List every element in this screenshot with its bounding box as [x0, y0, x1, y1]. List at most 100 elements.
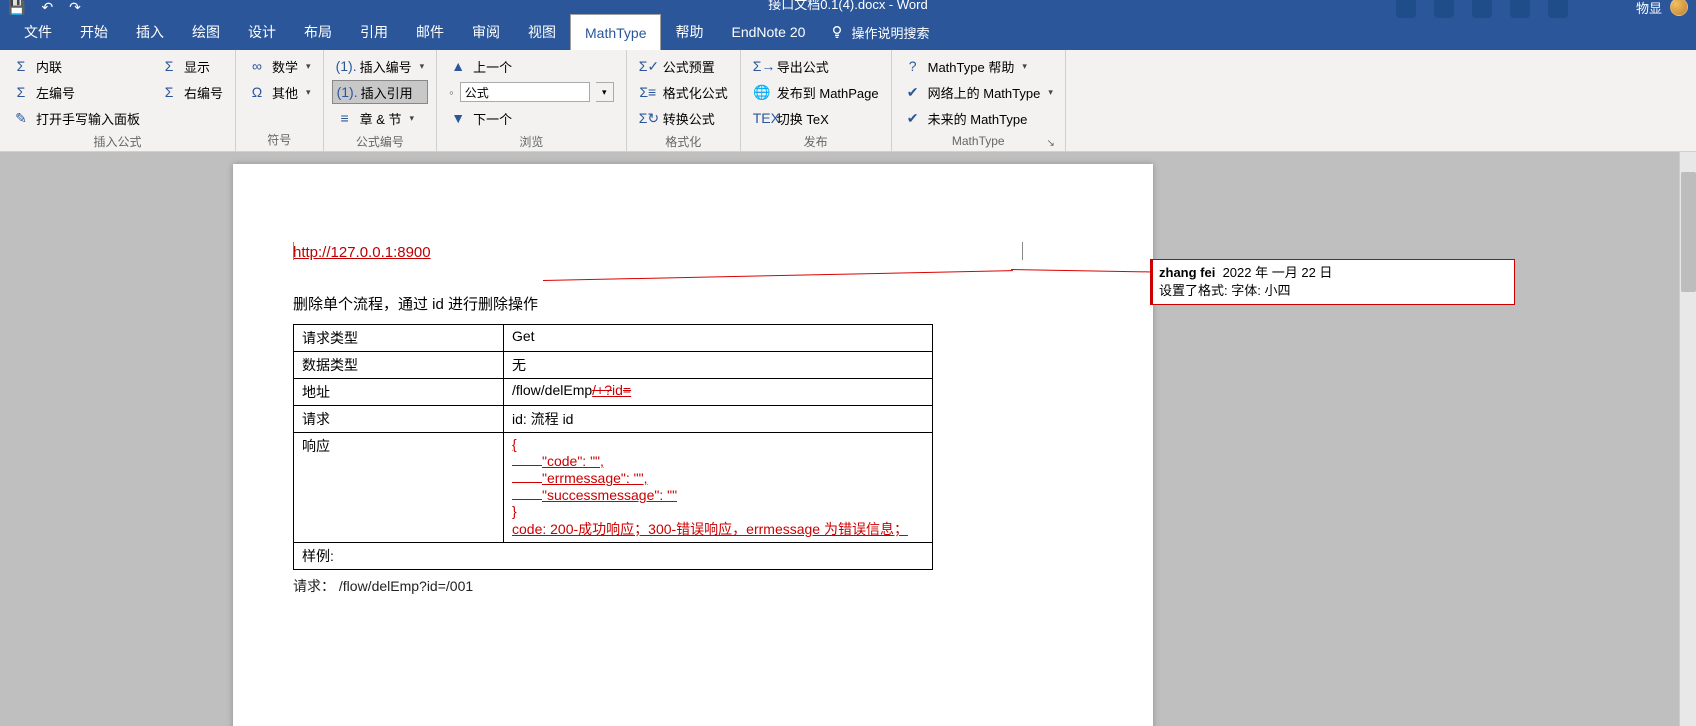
table-row: 请求id: 流程 id — [294, 406, 933, 433]
tab-引用[interactable]: 引用 — [346, 14, 402, 50]
prev-cmd-icon: ▲ — [449, 58, 467, 74]
group-label: 发布 — [749, 130, 883, 153]
group-label: 插入公式 — [8, 130, 227, 153]
example-line: 请求： /flow/delEmp?id=/001 — [293, 576, 1093, 596]
handwrite-panel-cmd[interactable]: ✎打开手写输入面板 — [8, 106, 144, 130]
tab-绘图[interactable]: 绘图 — [178, 14, 234, 50]
save-icon[interactable]: 💾 — [8, 0, 25, 16]
right-number-cmd[interactable]: Σ右编号 — [156, 80, 227, 104]
toggle-tex-cmd-icon: TEX — [753, 110, 771, 126]
group-label: 符号 — [244, 128, 315, 151]
header-frame — [293, 242, 1023, 260]
convert-eq-cmd[interactable]: Σ↻转换公式 — [635, 106, 732, 130]
dropdown-icon: ▾ — [409, 113, 414, 124]
inline-cmd[interactable]: Σ内联 — [8, 54, 144, 78]
tell-me-search[interactable]: 操作说明搜索 — [851, 23, 929, 42]
tab-插入[interactable]: 插入 — [122, 14, 178, 50]
online-cmd[interactable]: ✔网络上的 MathType▾ — [900, 80, 1057, 104]
browse-combo-input[interactable] — [460, 82, 590, 102]
display-cmd[interactable]: Σ显示 — [156, 54, 227, 78]
table-row: 数据类型无 — [294, 352, 933, 379]
format-eq-cmd-icon: Σ≡ — [639, 84, 657, 100]
insert-number-cmd[interactable]: (1).插入编号▾ — [332, 54, 429, 78]
document-page: http://127.0.0.1:8900 删除单个流程，通过 id 进行删除操… — [233, 164, 1153, 726]
left-number-cmd-icon: Σ — [12, 84, 30, 100]
handwrite-panel-cmd-icon: ✎ — [12, 110, 30, 127]
tab-帮助[interactable]: 帮助 — [661, 14, 717, 50]
insert-reference-cmd[interactable]: (1).插入引用 — [332, 80, 429, 104]
ribbon-tabs: 文件开始插入绘图设计布局引用邮件审阅视图MathType帮助EndNote 20… — [0, 14, 1696, 50]
table-row: 请求类型Get — [294, 325, 933, 352]
tab-EndNote 20[interactable]: EndNote 20 — [717, 14, 819, 50]
tab-邮件[interactable]: 邮件 — [402, 14, 458, 50]
other-symbols-cmd[interactable]: Ω其他▾ — [244, 80, 315, 104]
tab-布局[interactable]: 布局 — [290, 14, 346, 50]
group-label: MathType↘ — [900, 131, 1057, 151]
online-cmd-icon: ✔ — [904, 84, 922, 101]
inline-cmd-icon: Σ — [12, 58, 30, 74]
table-row: 地址/flow/delEmp/+?id= — [294, 379, 933, 406]
next-cmd[interactable]: ▼下一个 — [445, 106, 618, 130]
username: 物显 — [1636, 0, 1662, 17]
api-description: 删除单个流程，通过 id 进行删除操作 — [293, 293, 1093, 314]
format-eq-cmd[interactable]: Σ≡格式化公式 — [635, 80, 732, 104]
combo-dropdown-icon[interactable]: ▾ — [596, 82, 614, 102]
prev-cmd[interactable]: ▲上一个 — [445, 54, 618, 78]
table-row: 样例: — [294, 543, 933, 570]
group-label: 格式化 — [635, 130, 732, 153]
export-eq-cmd-icon: Σ→ — [753, 58, 771, 74]
dropdown-icon: ▾ — [306, 87, 311, 98]
revision-text: 设置了格式: 字体: 小四 — [1159, 282, 1506, 300]
presets-cmd-icon: Σ✓ — [639, 58, 657, 75]
tab-文件[interactable]: 文件 — [10, 14, 66, 50]
table-row: 响应{"code": "","errmessage": "","successm… — [294, 433, 933, 543]
dropdown-icon: ▾ — [1022, 61, 1027, 72]
other-symbols-cmd-icon: Ω — [248, 84, 266, 100]
scrollbar-thumb[interactable] — [1681, 172, 1696, 292]
tab-开始[interactable]: 开始 — [66, 14, 122, 50]
undo-icon[interactable]: ↶ — [41, 0, 53, 16]
decor-shapes — [1396, 0, 1568, 18]
lightbulb-icon — [829, 24, 845, 40]
redo-icon[interactable]: ↷ — [69, 0, 81, 16]
math-symbols-cmd-icon: ∞ — [248, 58, 266, 74]
toggle-tex-cmd[interactable]: TEX切换 TeX — [749, 106, 883, 130]
future-cmd[interactable]: ✔未来的 MathType — [900, 106, 1057, 130]
titlebar: 💾 ↶ ↷ 接口文档0.1(4).docx - Word 物显 — [0, 0, 1696, 14]
insert-reference-cmd-icon: (1). — [337, 84, 355, 100]
browse-combo[interactable]: ◦▾ — [445, 80, 618, 104]
presets-cmd[interactable]: Σ✓公式预置 — [635, 54, 732, 78]
display-cmd-icon: Σ — [160, 58, 178, 74]
tab-设计[interactable]: 设计 — [234, 14, 290, 50]
publish-mathpage-cmd-icon: 🌐 — [753, 84, 771, 101]
export-eq-cmd[interactable]: Σ→导出公式 — [749, 54, 883, 78]
insert-number-cmd-icon: (1). — [336, 58, 354, 74]
left-number-cmd[interactable]: Σ左编号 — [8, 80, 144, 104]
math-symbols-cmd[interactable]: ∞数学▾ — [244, 54, 315, 78]
tab-审阅[interactable]: 审阅 — [458, 14, 514, 50]
dropdown-icon: ▾ — [420, 61, 425, 72]
group-label: 公式编号 — [332, 130, 429, 153]
vertical-scrollbar[interactable] — [1679, 152, 1696, 726]
right-number-cmd-icon: Σ — [160, 84, 178, 100]
avatar[interactable] — [1670, 0, 1688, 16]
dialog-launcher-icon[interactable]: ↘ — [1046, 138, 1054, 149]
convert-eq-cmd-icon: Σ↻ — [639, 110, 657, 127]
dropdown-icon: ▾ — [1048, 87, 1053, 98]
revision-balloon[interactable]: zhang fei 2022 年 一月 22 日 设置了格式: 字体: 小四 — [1150, 259, 1515, 305]
chapter-section-cmd-icon: ≡ — [336, 110, 354, 126]
help-cmd-icon: ? — [904, 58, 922, 74]
revision-author: zhang fei — [1159, 265, 1215, 280]
help-cmd[interactable]: ?MathType 帮助▾ — [900, 54, 1057, 78]
revision-date: 2022 年 一月 22 日 — [1223, 265, 1333, 280]
document-workspace: http://127.0.0.1:8900 删除单个流程，通过 id 进行删除操… — [0, 152, 1696, 726]
tab-视图[interactable]: 视图 — [514, 14, 570, 50]
tab-MathType[interactable]: MathType — [570, 14, 661, 50]
dropdown-icon: ▾ — [306, 61, 311, 72]
next-cmd-icon: ▼ — [449, 110, 467, 126]
chapter-section-cmd[interactable]: ≡章 & 节▾ — [332, 106, 429, 130]
publish-mathpage-cmd[interactable]: 🌐发布到 MathPage — [749, 80, 883, 104]
document-title: 接口文档0.1(4).docx - Word — [768, 0, 927, 13]
future-cmd-icon: ✔ — [904, 110, 922, 127]
ribbon: Σ内联Σ左编号✎打开手写输入面板 Σ显示Σ右编号插入公式 ∞数学▾Ω其他▾ 符号 (1)… — [0, 50, 1696, 152]
